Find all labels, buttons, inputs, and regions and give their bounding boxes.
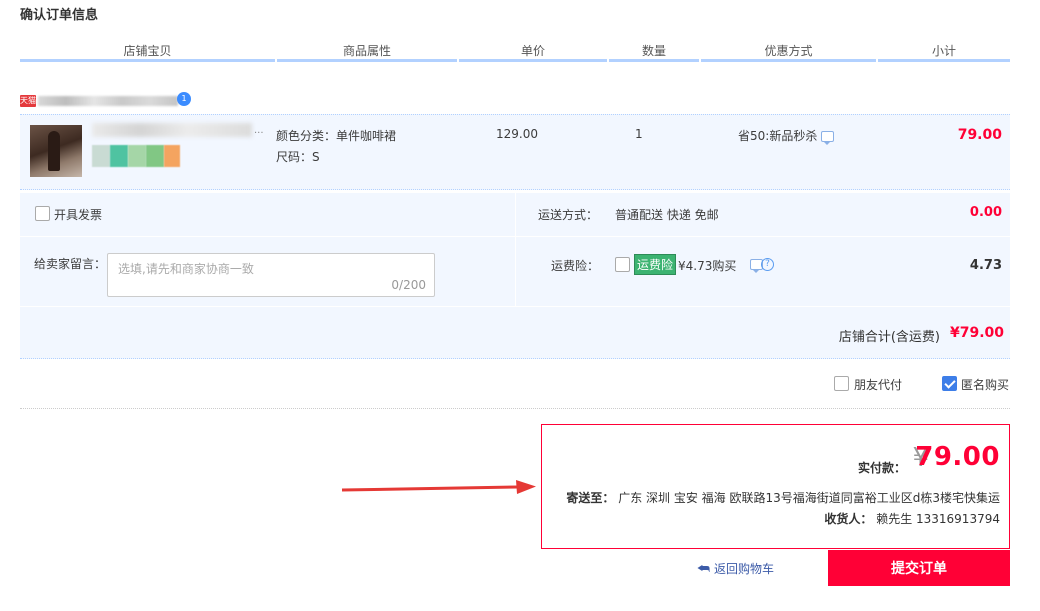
item-promotion-text: 省50:新品秒杀 — [738, 129, 818, 143]
item-tag-swatch — [164, 145, 180, 167]
item-unit-price: 129.00 — [496, 127, 538, 141]
seller-message-count: 0/200 — [391, 278, 426, 292]
column-header-quantity: 数量 — [609, 42, 700, 62]
anonymous-purchase-checkbox[interactable] — [942, 376, 957, 391]
page-title: 确认订单信息 — [20, 8, 99, 23]
shipping-insurance-checkbox[interactable] — [615, 257, 630, 272]
order-summary-box: 实付款： ¥ 79.00 寄送至： 广东 深圳 宝安 福海 欧联路13号福海街道… — [541, 424, 1010, 549]
item-promotion: 省50:新品秒杀 — [738, 127, 835, 145]
options-divider — [20, 306, 1010, 307]
seller-message-label: 给卖家留言： — [34, 257, 107, 271]
item-quantity: 1 — [635, 127, 643, 141]
shop-total-value: ¥79.00 — [949, 325, 1004, 341]
order-item-row: ... 颜色分类：单件咖啡裙 尺码：S 129.00 1 省50:新品秒杀 79… — [20, 114, 1010, 190]
shipping-address: 寄送至： 广东 深圳 宝安 福海 欧联路13号福海街道同富裕工业区d栋3楼宅快集… — [566, 489, 1000, 506]
column-header-promotion: 优惠方式 — [701, 42, 877, 62]
back-to-cart-label: 返回购物车 — [714, 562, 775, 576]
invoice-checkbox[interactable] — [35, 206, 50, 221]
receiver-label: 收货人： — [824, 512, 873, 526]
invoice-label: 开具发票 — [54, 208, 103, 222]
red-arrow-annotation — [341, 480, 536, 494]
submit-order-button[interactable]: 提交订单 — [828, 550, 1010, 586]
shipping-address-value: 广东 深圳 宝安 福海 欧联路13号福海街道同富裕工业区d栋3楼宅快集运 — [618, 491, 1000, 505]
shop-name-redacted[interactable] — [38, 96, 178, 106]
item-subtotal: 79.00 — [957, 127, 1002, 143]
shipping-insurance-label: 运费险： — [551, 259, 600, 273]
item-sku-color: 颜色分类：单件咖啡裙 — [276, 129, 397, 143]
shipping-insurance-fee: 4.73 — [969, 258, 1002, 273]
back-to-cart-link[interactable]: ⮪ 返回购物车 — [697, 560, 774, 577]
item-tag-swatch — [128, 145, 146, 167]
column-header-subtotal: 小计 — [878, 42, 1011, 62]
wangwang-chat-icon[interactable]: 1 — [177, 92, 191, 106]
delivery-method-value[interactable]: 普通配送 快递 免邮 — [615, 206, 719, 223]
pay-amount: 79.00 — [915, 442, 1000, 472]
shop-row: 天猫 1 — [20, 92, 220, 110]
item-tag-swatch — [110, 145, 128, 167]
item-thumbnail[interactable] — [30, 125, 82, 177]
item-title-redacted[interactable] — [92, 123, 252, 137]
delivery-fee: 0.00 — [969, 205, 1002, 220]
options-divider — [515, 193, 516, 306]
anonymous-purchase-label: 匿名购买 — [961, 378, 1010, 392]
shipping-address-label: 寄送至： — [566, 491, 615, 505]
help-icon[interactable]: ? — [761, 258, 774, 271]
receiver-value: 赖先生 13316913794 — [876, 512, 1000, 526]
receiver-info: 收货人： 赖先生 13316913794 — [824, 510, 1000, 527]
tmall-badge-icon: 天猫 — [20, 95, 36, 107]
item-tag-swatch — [146, 145, 164, 167]
shipping-insurance-tag: 运费险 — [634, 254, 677, 275]
delivery-method-label: 运送方式： — [538, 208, 599, 222]
shop-total-label: 店铺合计(含运费) — [838, 330, 940, 345]
section-divider — [20, 408, 1010, 409]
friend-pay-checkbox[interactable] — [834, 376, 849, 391]
column-header-shop: 店铺宝贝 — [20, 42, 276, 62]
friend-pay-label: 朋友代付 — [854, 378, 903, 392]
promotion-comment-icon[interactable] — [821, 131, 835, 145]
column-header: 店铺宝贝 商品属性 单价 数量 优惠方式 小计 — [20, 42, 1011, 62]
options-divider — [20, 236, 1010, 237]
back-arrow-icon: ⮪ — [697, 561, 711, 577]
item-sku-size: 尺码：S — [276, 150, 320, 164]
column-header-price: 单价 — [459, 42, 608, 62]
seller-message-input[interactable] — [108, 254, 434, 296]
column-header-attributes: 商品属性 — [277, 42, 458, 62]
order-options-panel: 开具发票 运送方式： 普通配送 快递 免邮 0.00 给卖家留言： 0/200 … — [20, 193, 1010, 359]
seller-message-field[interactable]: 0/200 — [107, 253, 435, 297]
shipping-insurance-price: ¥4.73购买 — [678, 259, 737, 273]
pay-amount-label: 实付款： — [857, 461, 906, 475]
extra-options-row: 朋友代付 匿名购买 — [20, 372, 1010, 396]
item-title-ellipsis: ... — [254, 125, 264, 136]
item-tag-swatch — [92, 145, 110, 167]
